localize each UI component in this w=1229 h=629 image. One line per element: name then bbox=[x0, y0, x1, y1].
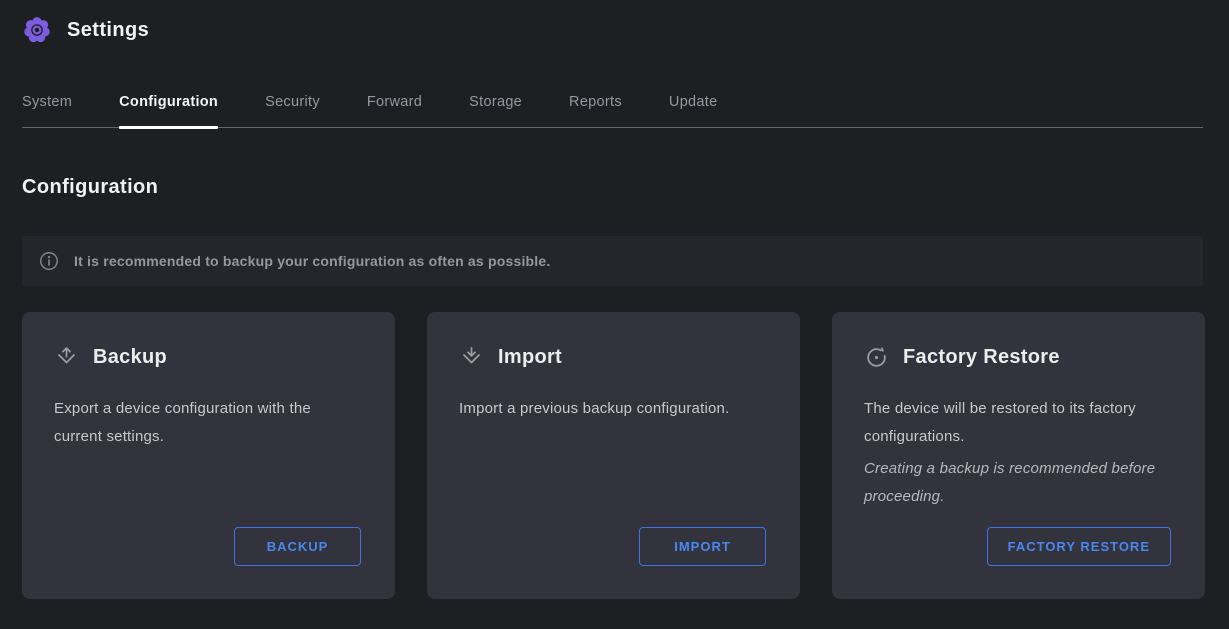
factory-restore-card: Factory Restore The device will be resto… bbox=[832, 312, 1205, 599]
tab-security[interactable]: Security bbox=[265, 88, 320, 127]
download-icon bbox=[459, 345, 484, 370]
tab-bar: System Configuration Security Forward St… bbox=[22, 88, 1203, 128]
restore-icon bbox=[864, 345, 889, 370]
tab-system[interactable]: System bbox=[22, 88, 72, 127]
factory-restore-button[interactable]: FACTORY RESTORE bbox=[987, 527, 1171, 566]
card-description: The device will be restored to its facto… bbox=[864, 395, 1173, 451]
card-description: Export a device configuration with the c… bbox=[54, 395, 363, 451]
app-title: Settings bbox=[67, 19, 149, 42]
backup-card: Backup Export a device configuration wit… bbox=[22, 312, 395, 599]
tab-forward[interactable]: Forward bbox=[367, 88, 422, 127]
info-banner: It is recommended to backup your configu… bbox=[22, 236, 1203, 286]
info-icon bbox=[38, 250, 60, 272]
tab-storage[interactable]: Storage bbox=[469, 88, 522, 127]
card-header: Import bbox=[459, 344, 768, 370]
card-title: Backup bbox=[93, 346, 167, 369]
card-title: Import bbox=[498, 346, 562, 369]
card-header: Backup bbox=[54, 344, 363, 370]
topbar: Settings bbox=[22, 15, 149, 45]
card-description: Import a previous backup configuration. bbox=[459, 395, 768, 423]
cards-row: Backup Export a device configuration wit… bbox=[22, 312, 1205, 599]
banner-text: It is recommended to backup your configu… bbox=[74, 253, 550, 269]
card-header: Factory Restore bbox=[864, 344, 1173, 370]
import-button[interactable]: IMPORT bbox=[639, 527, 766, 566]
card-title: Factory Restore bbox=[903, 346, 1060, 369]
tab-reports[interactable]: Reports bbox=[569, 88, 622, 127]
card-note: Creating a backup is recommended before … bbox=[864, 455, 1173, 511]
gear-icon bbox=[22, 15, 52, 45]
upload-icon bbox=[54, 345, 79, 370]
page-title: Configuration bbox=[22, 176, 158, 199]
backup-button[interactable]: BACKUP bbox=[234, 527, 361, 566]
tab-update[interactable]: Update bbox=[669, 88, 718, 127]
tab-configuration[interactable]: Configuration bbox=[119, 88, 218, 127]
import-card: Import Import a previous backup configur… bbox=[427, 312, 800, 599]
